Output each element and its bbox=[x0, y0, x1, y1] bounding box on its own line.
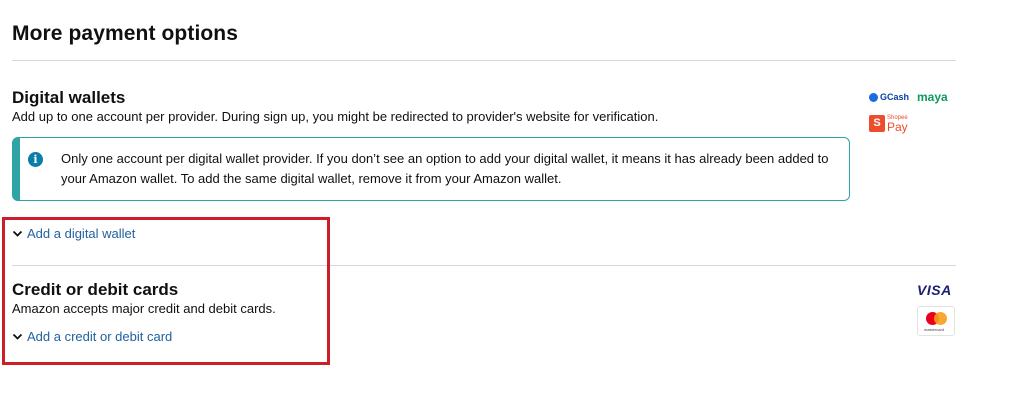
digital-wallet-alert-text: Only one account per digital wallet prov… bbox=[61, 151, 829, 186]
gcash-logo: GCash bbox=[869, 92, 909, 102]
mastercard-yellow-circle bbox=[934, 312, 947, 325]
page-title: More payment options bbox=[12, 22, 239, 45]
shopee-logo-pay: Pay bbox=[887, 120, 908, 134]
shopeepay-logo: S Shopee Pay bbox=[869, 114, 908, 134]
visa-logo: VISA bbox=[917, 282, 952, 298]
divider-top bbox=[12, 60, 956, 61]
digital-wallets-title: Digital wallets bbox=[12, 88, 126, 107]
digital-wallets-description: Add up to one account per provider. Duri… bbox=[12, 109, 659, 124]
maya-logo: maya bbox=[917, 90, 948, 104]
info-icon: i bbox=[28, 152, 43, 167]
mastercard-logo-text: mastercard bbox=[924, 327, 945, 332]
highlight-box bbox=[2, 217, 330, 365]
mastercard-logo: mastercard bbox=[917, 306, 955, 336]
shopee-bag-icon: S bbox=[869, 114, 885, 132]
gcash-logo-text: GCash bbox=[880, 92, 910, 102]
